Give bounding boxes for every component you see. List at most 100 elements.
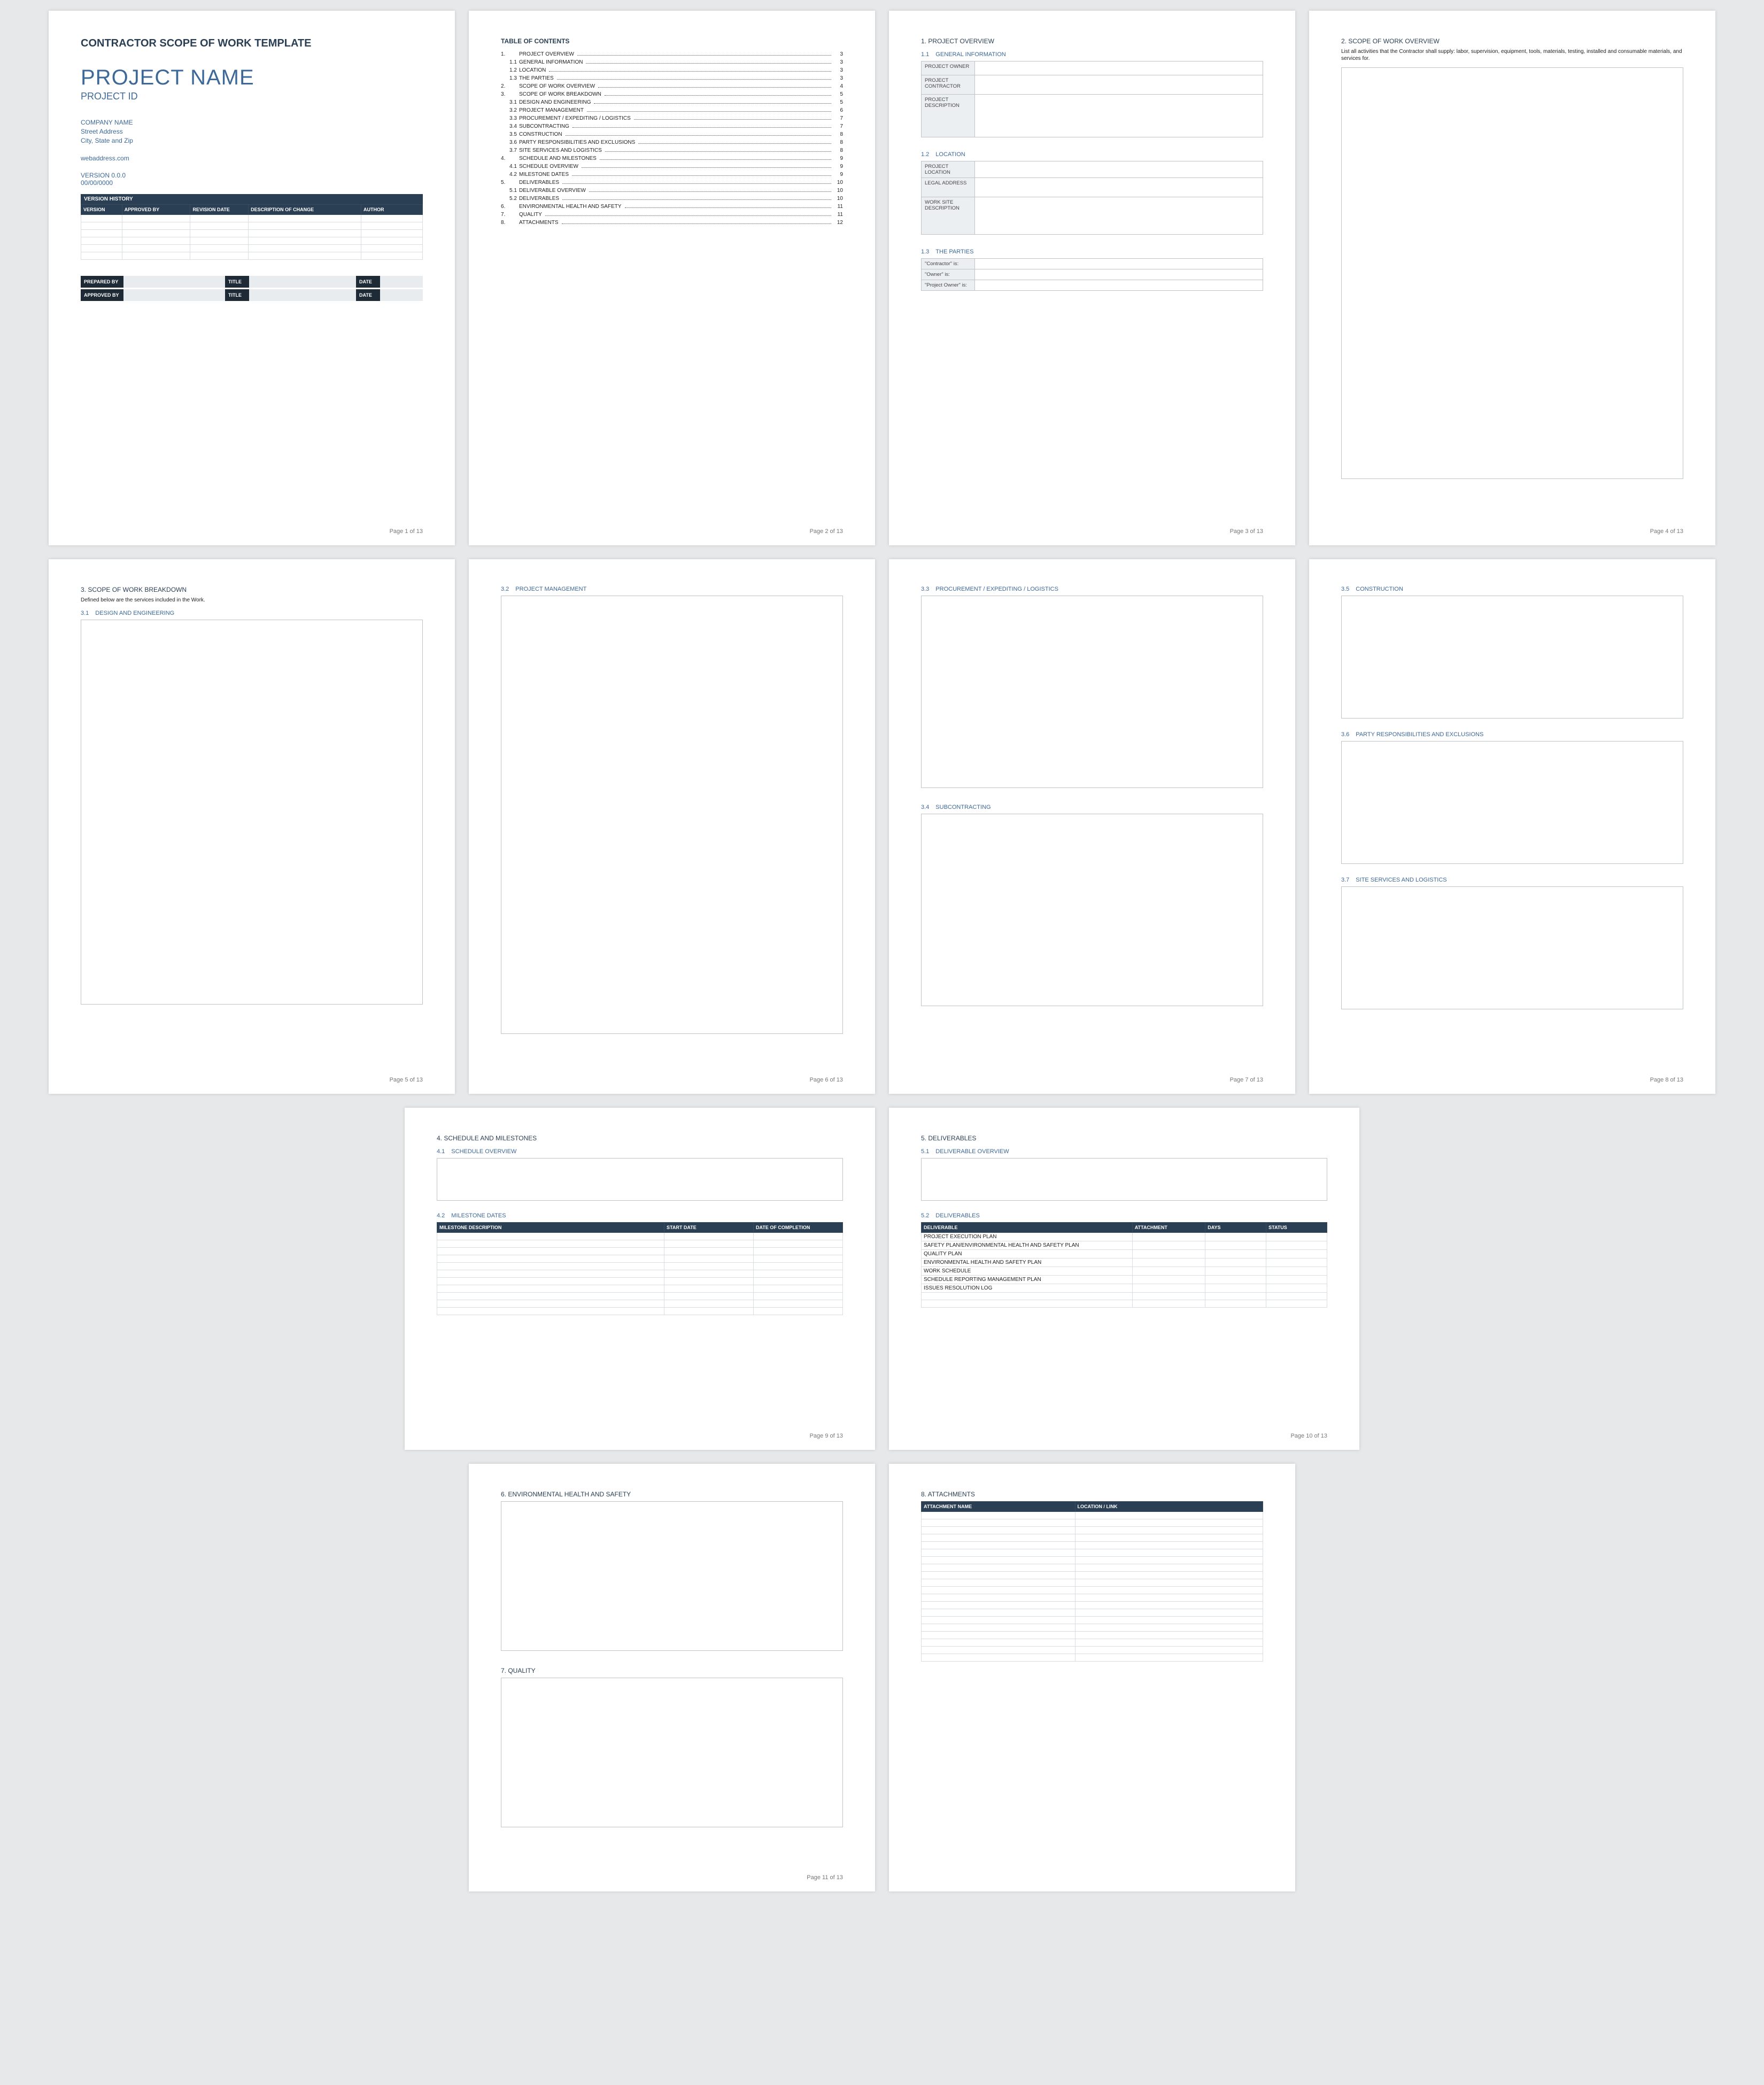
deliv-col-attach: ATTACHMENT	[1132, 1223, 1205, 1233]
section-2-heading: 2. SCOPE OF WORK OVERVIEW	[1341, 37, 1683, 45]
table-row	[922, 1639, 1263, 1647]
page-3[interactable]: 1. PROJECT OVERVIEW 1.1GENERAL INFORMATI…	[889, 11, 1295, 545]
section-2-intro: List all activities that the Contractor …	[1341, 48, 1683, 62]
version-date: 00/00/0000	[81, 179, 423, 187]
table-row: ENVIRONMENTAL HEALTH AND SAFETY PLAN	[922, 1258, 1327, 1267]
signature-block: PREPARED BY TITLE DATE APPROVED BY TITLE…	[81, 276, 423, 301]
table-row: SAFETY PLAN/ENVIRONMENTAL HEALTH AND SAF…	[922, 1241, 1327, 1250]
subsection-3-2: 3.2PROJECT MANAGEMENT	[501, 586, 843, 592]
section-6-heading: 6. ENVIRONMENTAL HEALTH AND SAFETY	[501, 1491, 843, 1498]
attach-col-name: ATTACHMENT NAME	[922, 1502, 1076, 1512]
subsection-3-6: 3.6PARTY RESPONSIBILITIES AND EXCLUSIONS	[1341, 731, 1683, 738]
table-row	[922, 1617, 1263, 1624]
schedule-overview-box	[437, 1158, 843, 1201]
site-services-box	[1341, 886, 1683, 1009]
project-id: PROJECT ID	[81, 91, 423, 102]
sig-date-value	[380, 276, 423, 288]
sig-prepared-by-label: PREPARED BY	[81, 276, 123, 288]
table-row: QUALITY PLAN	[922, 1250, 1327, 1258]
table-row	[922, 1654, 1263, 1662]
milestone-col-start: START DATE	[664, 1223, 754, 1233]
table-row	[922, 1557, 1263, 1564]
page-footer: Page 8 of 13	[1650, 1077, 1683, 1083]
page-5[interactable]: 3. SCOPE OF WORK BREAKDOWN Defined below…	[49, 559, 455, 1094]
page-11[interactable]: 6. ENVIRONMENTAL HEALTH AND SAFETY 7. QU…	[469, 1464, 875, 1891]
sig-date-value-2	[380, 289, 423, 301]
page-9[interactable]: 4. SCHEDULE AND MILESTONES 4.1SCHEDULE O…	[405, 1108, 875, 1450]
toc-entry: 3.3PROCUREMENT / EXPEDITING / LOGISTICS7	[501, 115, 843, 121]
company-block: COMPANY NAME Street Address City, State …	[81, 118, 423, 145]
deliv-col-name: DELIVERABLE	[922, 1223, 1133, 1233]
table-row	[922, 1293, 1327, 1300]
sig-title-value	[249, 276, 356, 288]
table-row	[922, 1512, 1263, 1519]
toc-entry: 3.2PROJECT MANAGEMENT6	[501, 107, 843, 113]
page-footer: Page 7 of 13	[1230, 1077, 1263, 1083]
page-2[interactable]: TABLE OF CONTENTS 1.PROJECT OVERVIEW31.1…	[469, 11, 875, 545]
page-10[interactable]: 5. DELIVERABLES 5.1DELIVERABLE OVERVIEW …	[889, 1108, 1359, 1450]
section-5-heading: 5. DELIVERABLES	[921, 1134, 1327, 1142]
table-row	[922, 1602, 1263, 1609]
vh-col-revdate: REVISION DATE	[190, 205, 249, 215]
section-1-heading: 1. PROJECT OVERVIEW	[921, 37, 1263, 45]
company-street: Street Address	[81, 127, 423, 136]
page-footer: Page 10 of 13	[1290, 1433, 1327, 1439]
page-6[interactable]: 3.2PROJECT MANAGEMENT Page 6 of 13	[469, 559, 875, 1094]
toc-entry: 3.6PARTY RESPONSIBILITIES AND EXCLUSIONS…	[501, 140, 843, 145]
subsection-1-3: 1.3THE PARTIES	[921, 249, 1263, 255]
parties-table: "Contractor" is: "Owner" is: "Project Ow…	[921, 258, 1263, 291]
page-footer: Page 4 of 13	[1650, 528, 1683, 535]
milestone-col-desc: MILESTONE DESCRIPTION	[437, 1223, 664, 1233]
company-city: City, State and Zip	[81, 136, 423, 145]
page-1[interactable]: CONTRACTOR SCOPE OF WORK TEMPLATE PROJEC…	[49, 11, 455, 545]
subsection-1-2: 1.2LOCATION	[921, 151, 1263, 158]
milestone-table: MILESTONE DESCRIPTION START DATE DATE OF…	[437, 1222, 843, 1315]
page-footer: Page 6 of 13	[810, 1077, 843, 1083]
table-row	[922, 1587, 1263, 1594]
deliverable-overview-box	[921, 1158, 1327, 1201]
page-4[interactable]: 2. SCOPE OF WORK OVERVIEW List all activ…	[1309, 11, 1715, 545]
thumbnail-gallery: CONTRACTOR SCOPE OF WORK TEMPLATE PROJEC…	[0, 0, 1764, 1937]
table-row	[922, 1542, 1263, 1549]
version-history-caption: VERSION HISTORY	[81, 194, 423, 204]
ehs-box	[501, 1501, 843, 1651]
page-footer: Page 11 of 13	[807, 1874, 843, 1881]
page-footer: Page 1 of 13	[390, 528, 423, 535]
page-7[interactable]: 3.3PROCUREMENT / EXPEDITING / LOGISTICS …	[889, 559, 1295, 1094]
toc-entry: 5.DELIVERABLES10	[501, 180, 843, 186]
page-8[interactable]: 3.5CONSTRUCTION 3.6PARTY RESPONSIBILITIE…	[1309, 559, 1715, 1094]
toc-heading: TABLE OF CONTENTS	[501, 37, 843, 45]
toc-entry: 3.7SITE SERVICES AND LOGISTICS8	[501, 148, 843, 153]
construction-box	[1341, 596, 1683, 719]
table-row	[922, 1647, 1263, 1654]
subsection-4-2: 4.2MILESTONE DATES	[437, 1213, 843, 1219]
toc-entry: 1.PROJECT OVERVIEW3	[501, 51, 843, 57]
table-row	[922, 1579, 1263, 1587]
page-footer: Page 3 of 13	[1230, 528, 1263, 535]
subsection-4-1: 4.1SCHEDULE OVERVIEW	[437, 1148, 843, 1155]
page-footer: Page 5 of 13	[390, 1077, 423, 1083]
project-name: PROJECT NAME	[81, 66, 423, 90]
page-12[interactable]: 8. ATTACHMENTS ATTACHMENT NAME LOCATION …	[889, 1464, 1295, 1891]
table-row: PROJECT EXECUTION PLAN	[922, 1233, 1327, 1241]
table-row	[922, 1572, 1263, 1579]
company-name: COMPANY NAME	[81, 118, 423, 127]
subsection-3-4: 3.4SUBCONTRACTING	[921, 804, 1263, 810]
subcontracting-box	[921, 814, 1263, 1006]
milestone-col-end: DATE OF COMPLETION	[754, 1223, 843, 1233]
subsection-1-1: 1.1GENERAL INFORMATION	[921, 51, 1263, 58]
table-row	[922, 1549, 1263, 1557]
table-row	[922, 1564, 1263, 1572]
general-info-table: PROJECT OWNER PROJECT CONTRACTOR PROJECT…	[921, 61, 1263, 137]
table-row: WORK SCHEDULE	[922, 1267, 1327, 1276]
sig-date-label: DATE	[356, 276, 380, 288]
subsection-3-1: 3.1DESIGN AND ENGINEERING	[81, 610, 423, 616]
design-engineering-box	[81, 620, 423, 1005]
deliv-col-days: DAYS	[1205, 1223, 1266, 1233]
toc-entry: 4.SCHEDULE AND MILESTONES9	[501, 156, 843, 161]
toc-entry: 3.SCOPE OF WORK BREAKDOWN5	[501, 91, 843, 97]
vh-col-author: AUTHOR	[361, 205, 422, 215]
table-row	[922, 1519, 1263, 1527]
toc-entry: 4.1SCHEDULE OVERVIEW9	[501, 164, 843, 169]
deliverables-table: DELIVERABLE ATTACHMENT DAYS STATUS PROJE…	[921, 1222, 1327, 1308]
